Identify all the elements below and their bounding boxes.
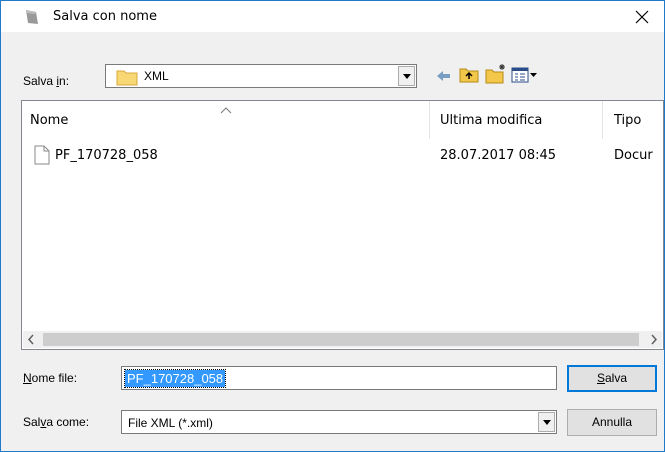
file-modified-cell: 28.07.2017 08:45 [440,148,557,163]
folder-icon [116,68,138,89]
scroll-right-button[interactable] [645,331,662,348]
save-as-type-label: Salva come: [23,415,90,429]
back-arrow-icon[interactable] [435,69,451,86]
column-header-name[interactable]: Nome [30,113,68,128]
column-separator[interactable] [429,101,430,139]
file-list[interactable]: Nome Ultima modifica Tipo PF_170728_058 … [21,100,664,350]
save-in-value: XML [144,69,169,83]
column-header-modified[interactable]: Ultima modifica [440,113,542,128]
file-icon [34,145,50,168]
save-as-type-value: File XML (*.xml) [128,416,213,430]
new-folder-icon[interactable] [485,63,507,87]
window-title: Salva con nome [53,9,157,24]
file-row[interactable]: PF_170728_058 28.07.2017 08:45 Docur [22,145,663,165]
file-name-label: Nome file: [23,371,78,385]
save-as-type-combo[interactable]: File XML (*.xml) [121,410,557,434]
save-button[interactable]: Salva [567,365,657,392]
file-name-input[interactable]: PF_170728_058 [121,366,557,390]
title-bar[interactable]: Salva con nome [1,1,664,32]
save-as-type-dropdown-button[interactable] [538,412,555,432]
app-icon [23,8,41,26]
close-button[interactable] [619,1,664,32]
sort-ascending-icon [220,103,232,117]
save-as-dialog: Salva con nome Salva in: XML Nome Ultima… [0,0,665,452]
horizontal-scrollbar[interactable] [23,331,662,348]
file-type-cell: Docur [614,148,653,163]
scrollbar-thumb[interactable] [43,333,639,346]
chevron-right-icon [651,334,658,345]
cancel-button[interactable]: Annulla [567,409,657,436]
save-in-combo[interactable]: XML [105,64,417,88]
column-header-type[interactable]: Tipo [614,113,641,128]
up-folder-icon[interactable] [459,66,479,87]
column-separator[interactable] [602,101,603,139]
file-name-selected-text: PF_170728_058 [123,369,227,388]
scroll-left-button[interactable] [23,331,40,348]
chevron-left-icon [27,334,34,345]
view-menu-icon[interactable] [511,67,539,86]
save-in-dropdown-button[interactable] [398,66,415,86]
close-icon [635,10,649,24]
save-in-label: Salva in: [23,74,70,88]
file-name-cell: PF_170728_058 [55,148,158,163]
